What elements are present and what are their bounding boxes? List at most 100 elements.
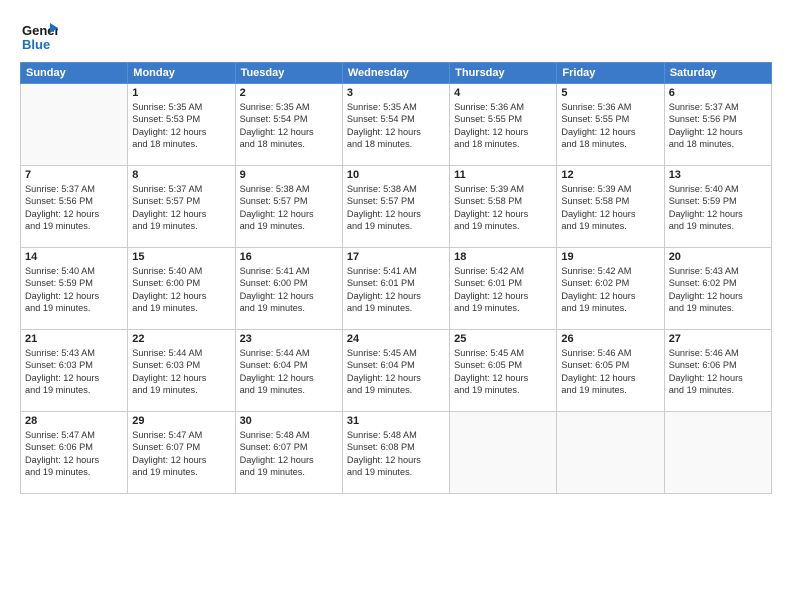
week-row-2: 7 Sunrise: 5:37 AMSunset: 5:56 PMDaylight…	[21, 166, 772, 248]
day-cell: 8 Sunrise: 5:37 AMSunset: 5:57 PMDaylight…	[128, 166, 235, 248]
day-info: Sunrise: 5:47 AMSunset: 6:06 PMDaylight:…	[25, 429, 123, 479]
day-cell: 13 Sunrise: 5:40 AMSunset: 5:59 PMDayligh…	[664, 166, 771, 248]
day-cell: 11Sunrise: 5:39 AMSunset: 5:58 PMDayligh…	[450, 166, 557, 248]
day-cell: 10 Sunrise: 5:38 AMSunset: 5:57 PMDayligh…	[342, 166, 449, 248]
day-info: Sunrise: 5:41 AMSunset: 6:00 PMDaylight:…	[240, 265, 338, 315]
day-cell: 14 Sunrise: 5:40 AMSunset: 5:59 PMDayligh…	[21, 248, 128, 330]
day-number: 2	[240, 87, 338, 99]
day-info: Sunrise: 5:39 AMSunset: 5:58 PMDaylight:…	[454, 183, 552, 233]
week-row-1: 1 Sunrise: 5:35 AMSunset: 5:53 PMDaylight…	[21, 84, 772, 166]
col-header-wednesday: Wednesday	[342, 63, 449, 84]
day-cell: 6 Sunrise: 5:37 AMSunset: 5:56 PMDaylight…	[664, 84, 771, 166]
col-header-tuesday: Tuesday	[235, 63, 342, 84]
day-number: 1	[132, 87, 230, 99]
day-cell: 15 Sunrise: 5:40 AMSunset: 6:00 PMDayligh…	[128, 248, 235, 330]
day-cell: 31 Sunrise: 5:48 AMSunset: 6:08 PMDayligh…	[342, 412, 449, 494]
logo-svg: General Blue	[20, 18, 58, 56]
day-cell: 20Sunrise: 5:43 AMSunset: 6:02 PMDayligh…	[664, 248, 771, 330]
day-number: 27	[669, 333, 767, 345]
day-cell	[557, 412, 664, 494]
day-info: Sunrise: 5:41 AMSunset: 6:01 PMDaylight:…	[347, 265, 445, 315]
week-row-5: 28 Sunrise: 5:47 AMSunset: 6:06 PMDayligh…	[21, 412, 772, 494]
day-number: 4	[454, 87, 552, 99]
page: General Blue SundayMondayTuesdayWednesda…	[0, 0, 792, 612]
day-info: Sunrise: 5:46 AMSunset: 6:05 PMDaylight:…	[561, 347, 659, 397]
day-number: 19	[561, 251, 659, 263]
day-number: 15	[132, 251, 230, 263]
day-number: 9	[240, 169, 338, 181]
day-info: Sunrise: 5:40 AMSunset: 5:59 PMDaylight:…	[669, 183, 767, 233]
svg-text:Blue: Blue	[22, 37, 50, 52]
day-number: 10	[347, 169, 445, 181]
day-info: Sunrise: 5:35 AMSunset: 5:54 PMDaylight:…	[240, 101, 338, 151]
day-number: 28	[25, 415, 123, 427]
day-cell: 25 Sunrise: 5:45 AMSunset: 6:05 PMDayligh…	[450, 330, 557, 412]
day-cell: 28 Sunrise: 5:47 AMSunset: 6:06 PMDayligh…	[21, 412, 128, 494]
day-number: 6	[669, 87, 767, 99]
day-number: 23	[240, 333, 338, 345]
day-number: 30	[240, 415, 338, 427]
day-number: 13	[669, 169, 767, 181]
day-info: Sunrise: 5:42 AMSunset: 6:01 PMDaylight:…	[454, 265, 552, 315]
day-info: Sunrise: 5:45 AMSunset: 6:05 PMDaylight:…	[454, 347, 552, 397]
day-info: Sunrise: 5:47 AMSunset: 6:07 PMDaylight:…	[132, 429, 230, 479]
day-info: Sunrise: 5:48 AMSunset: 6:07 PMDaylight:…	[240, 429, 338, 479]
day-number: 25	[454, 333, 552, 345]
day-info: Sunrise: 5:35 AMSunset: 5:53 PMDaylight:…	[132, 101, 230, 151]
day-cell: 12 Sunrise: 5:39 AMSunset: 5:58 PMDayligh…	[557, 166, 664, 248]
day-info: Sunrise: 5:37 AMSunset: 5:57 PMDaylight:…	[132, 183, 230, 233]
day-cell: 18Sunrise: 5:42 AMSunset: 6:01 PMDayligh…	[450, 248, 557, 330]
day-cell: 23 Sunrise: 5:44 AMSunset: 6:04 PMDayligh…	[235, 330, 342, 412]
day-cell: 3 Sunrise: 5:35 AMSunset: 5:54 PMDaylight…	[342, 84, 449, 166]
day-cell: 4 Sunrise: 5:36 AMSunset: 5:55 PMDaylight…	[450, 84, 557, 166]
day-info: Sunrise: 5:36 AMSunset: 5:55 PMDaylight:…	[561, 101, 659, 151]
day-info: Sunrise: 5:40 AMSunset: 6:00 PMDaylight:…	[132, 265, 230, 315]
day-number: 21	[25, 333, 123, 345]
day-cell: 27Sunrise: 5:46 AMSunset: 6:06 PMDayligh…	[664, 330, 771, 412]
day-info: Sunrise: 5:44 AMSunset: 6:04 PMDaylight:…	[240, 347, 338, 397]
col-header-friday: Friday	[557, 63, 664, 84]
col-header-saturday: Saturday	[664, 63, 771, 84]
day-cell	[450, 412, 557, 494]
day-number: 12	[561, 169, 659, 181]
day-cell: 2 Sunrise: 5:35 AMSunset: 5:54 PMDaylight…	[235, 84, 342, 166]
day-number: 3	[347, 87, 445, 99]
day-info: Sunrise: 5:42 AMSunset: 6:02 PMDaylight:…	[561, 265, 659, 315]
week-row-4: 21Sunrise: 5:43 AMSunset: 6:03 PMDayligh…	[21, 330, 772, 412]
col-header-thursday: Thursday	[450, 63, 557, 84]
day-info: Sunrise: 5:40 AMSunset: 5:59 PMDaylight:…	[25, 265, 123, 315]
day-number: 22	[132, 333, 230, 345]
day-cell: 9 Sunrise: 5:38 AMSunset: 5:57 PMDaylight…	[235, 166, 342, 248]
day-number: 7	[25, 169, 123, 181]
day-info: Sunrise: 5:37 AMSunset: 5:56 PMDaylight:…	[25, 183, 123, 233]
day-cell: 24Sunrise: 5:45 AMSunset: 6:04 PMDayligh…	[342, 330, 449, 412]
day-cell: 30 Sunrise: 5:48 AMSunset: 6:07 PMDayligh…	[235, 412, 342, 494]
day-number: 17	[347, 251, 445, 263]
day-info: Sunrise: 5:39 AMSunset: 5:58 PMDaylight:…	[561, 183, 659, 233]
header: General Blue	[20, 18, 772, 56]
day-cell: 21Sunrise: 5:43 AMSunset: 6:03 PMDayligh…	[21, 330, 128, 412]
logo: General Blue	[20, 18, 58, 56]
day-cell: 19 Sunrise: 5:42 AMSunset: 6:02 PMDayligh…	[557, 248, 664, 330]
day-cell: 17 Sunrise: 5:41 AMSunset: 6:01 PMDayligh…	[342, 248, 449, 330]
day-info: Sunrise: 5:36 AMSunset: 5:55 PMDaylight:…	[454, 101, 552, 151]
day-cell	[664, 412, 771, 494]
calendar-table: SundayMondayTuesdayWednesdayThursdayFrid…	[20, 62, 772, 494]
day-cell	[21, 84, 128, 166]
day-number: 29	[132, 415, 230, 427]
day-cell: 1 Sunrise: 5:35 AMSunset: 5:53 PMDaylight…	[128, 84, 235, 166]
day-info: Sunrise: 5:37 AMSunset: 5:56 PMDaylight:…	[669, 101, 767, 151]
day-cell: 5Sunrise: 5:36 AMSunset: 5:55 PMDaylight…	[557, 84, 664, 166]
day-info: Sunrise: 5:48 AMSunset: 6:08 PMDaylight:…	[347, 429, 445, 479]
col-header-sunday: Sunday	[21, 63, 128, 84]
day-cell: 7 Sunrise: 5:37 AMSunset: 5:56 PMDaylight…	[21, 166, 128, 248]
day-info: Sunrise: 5:44 AMSunset: 6:03 PMDaylight:…	[132, 347, 230, 397]
day-number: 8	[132, 169, 230, 181]
day-number: 14	[25, 251, 123, 263]
day-info: Sunrise: 5:38 AMSunset: 5:57 PMDaylight:…	[347, 183, 445, 233]
day-info: Sunrise: 5:35 AMSunset: 5:54 PMDaylight:…	[347, 101, 445, 151]
day-cell: 29 Sunrise: 5:47 AMSunset: 6:07 PMDayligh…	[128, 412, 235, 494]
day-cell: 16Sunrise: 5:41 AMSunset: 6:00 PMDayligh…	[235, 248, 342, 330]
day-number: 31	[347, 415, 445, 427]
day-info: Sunrise: 5:38 AMSunset: 5:57 PMDaylight:…	[240, 183, 338, 233]
